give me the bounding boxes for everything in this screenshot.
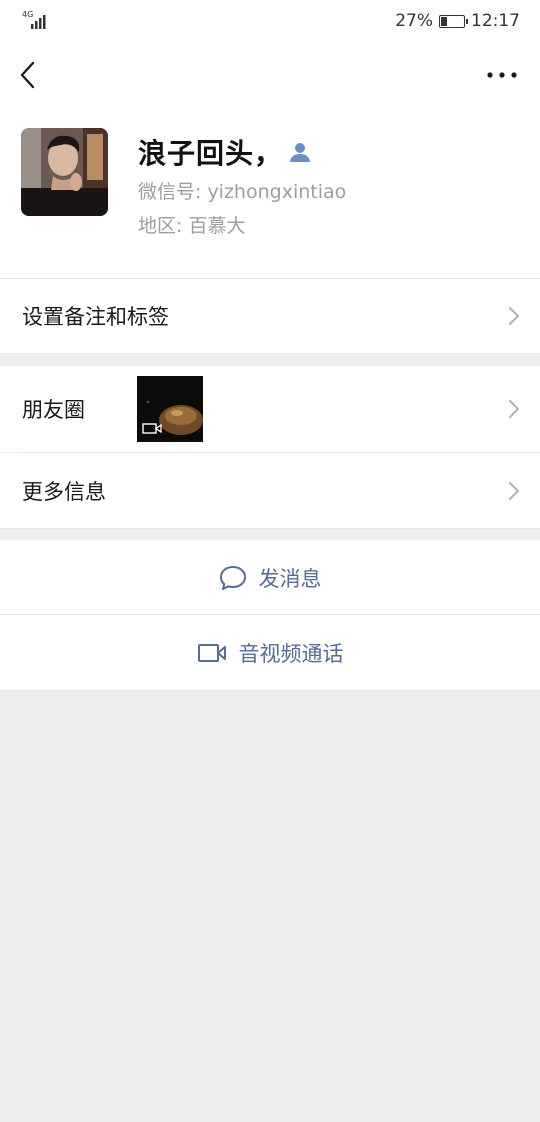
chevron-right-icon xyxy=(509,400,519,418)
person-icon xyxy=(290,143,311,162)
avatar-image xyxy=(21,128,108,216)
signal-bars-icon xyxy=(31,15,46,29)
moments-video-thumbnail xyxy=(137,376,203,442)
signal-indicator: 4G xyxy=(22,11,52,31)
battery-percent: 27% xyxy=(395,11,433,31)
chevron-left-icon xyxy=(20,61,35,89)
chevron-right-icon xyxy=(509,307,519,325)
chevron-right-icon xyxy=(509,481,519,500)
send-message-label: 发消息 xyxy=(258,566,322,591)
video-call-label: 音视频通话 xyxy=(238,641,344,666)
more-options-button[interactable] xyxy=(486,60,518,90)
divider xyxy=(0,690,540,691)
clock: 12:17 xyxy=(471,11,520,31)
moments-thumbnail[interactable] xyxy=(137,376,203,442)
more-dots-icon xyxy=(487,72,517,78)
video-camera-icon xyxy=(197,643,226,662)
status-bar: 4G 27% 12:17 xyxy=(0,0,540,42)
region: 地区: 百慕大 xyxy=(138,215,246,237)
more-info-label: 更多信息 xyxy=(22,479,106,504)
back-button[interactable] xyxy=(14,58,44,92)
moments-label: 朋友圈 xyxy=(22,398,85,422)
name-row: 浪子回头， xyxy=(138,132,311,172)
send-message-button[interactable]: 发消息 xyxy=(0,540,540,615)
moments-row[interactable]: 朋友圈 xyxy=(0,366,540,452)
set-remarks-label: 设置备注和标签 xyxy=(22,305,169,329)
video-call-button[interactable]: 音视频通话 xyxy=(0,615,540,690)
chat-bubble-icon xyxy=(219,565,246,590)
wechat-id: 微信号: yizhongxintiao xyxy=(138,181,347,203)
battery-fill xyxy=(441,16,447,26)
battery-icon xyxy=(439,14,468,28)
profile-header: 4G 27% 12:17 浪子回头， 微信号: yizhongxintiao 地… xyxy=(0,0,540,278)
set-remarks-row[interactable]: 设置备注和标签 xyxy=(0,279,540,353)
nickname: 浪子回头， xyxy=(138,137,284,170)
divider xyxy=(0,528,540,529)
more-info-row[interactable]: 更多信息 xyxy=(0,453,540,528)
avatar[interactable] xyxy=(21,128,108,216)
